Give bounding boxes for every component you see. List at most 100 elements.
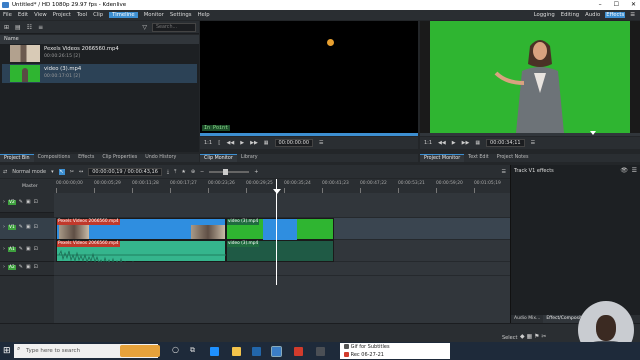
track-v2[interactable]: [54, 193, 510, 218]
lock-icon[interactable]: ⊡: [34, 224, 38, 230]
select-label[interactable]: Select: [502, 335, 517, 341]
layout-audio[interactable]: Audio: [584, 12, 601, 18]
track-id-badge[interactable]: A2: [8, 264, 16, 270]
tab-project-notes[interactable]: Project Notes: [493, 154, 533, 162]
timeline-clip[interactable]: Pexels Videos 2066560.mp4: [56, 218, 226, 240]
overwrite-icon[interactable]: ⤒: [174, 169, 176, 175]
tab-text-edit[interactable]: Text Edit: [464, 154, 493, 162]
tab-project-bin[interactable]: Project Bin: [0, 154, 34, 162]
insert-icon[interactable]: ⤓: [167, 169, 169, 175]
kdenlive-taskbar-icon[interactable]: [271, 346, 282, 357]
track-id-badge[interactable]: V1: [8, 224, 16, 230]
timeline-clip[interactable]: video (3).mp4: [226, 240, 334, 262]
timeline-clip[interactable]: Pexels Videos 2066560.mp4: [56, 240, 227, 263]
tab-undo-history[interactable]: Undo History: [141, 154, 180, 162]
add-folder-icon[interactable]: ▤: [15, 24, 21, 31]
layout-logging[interactable]: Logging: [533, 12, 556, 18]
project-monitor-screen[interactable]: [420, 21, 640, 133]
track-edit-icon[interactable]: ✎: [19, 224, 23, 230]
play-icon[interactable]: ▶: [452, 140, 456, 146]
position-marker-icon[interactable]: [590, 131, 596, 135]
spacer-tool-icon[interactable]: ↔: [79, 169, 83, 175]
minimize-button[interactable]: –: [599, 0, 602, 10]
snap-icon[interactable]: ⊕: [191, 169, 195, 175]
tab-audio-mixer[interactable]: Audio Mix...: [511, 315, 543, 323]
task-view-icon-2[interactable]: ⧉: [190, 346, 195, 355]
play-icon[interactable]: ▶: [240, 140, 244, 146]
layout-editing[interactable]: Editing: [560, 12, 580, 18]
menu-timeline[interactable]: Timeline: [109, 12, 138, 18]
close-button[interactable]: ✕: [631, 0, 636, 10]
collapse-track-icon[interactable]: ›: [3, 264, 5, 270]
grid-icon[interactable]: ▦: [475, 140, 480, 146]
menu-help[interactable]: Help: [198, 12, 210, 18]
lock-icon[interactable]: ⊡: [34, 246, 38, 252]
grid-icon[interactable]: ▦: [264, 140, 269, 146]
mode-dropdown-icon[interactable]: ▾: [51, 169, 54, 175]
project-monitor-timecode[interactable]: 00:00:34;11: [486, 139, 525, 147]
track-visibility-icon[interactable]: ▣: [26, 199, 31, 205]
zoom-select[interactable]: 1:1: [424, 140, 432, 146]
timeline-ruler[interactable]: 00:00:00;00 00:00:05;29 00:00:11;28 00:00:1…: [54, 179, 510, 193]
zoom-out-icon[interactable]: −: [200, 169, 204, 175]
favorite-icon[interactable]: ★: [181, 169, 185, 175]
select-tool-icon[interactable]: ↖: [58, 168, 65, 175]
list-item[interactable]: video (3).mp4 00:00:17:01 [2]: [2, 64, 197, 83]
track-edit-icon[interactable]: ✎: [19, 199, 23, 205]
menu-monitor[interactable]: Monitor: [144, 12, 164, 18]
razor-tool-icon[interactable]: ✂: [70, 169, 74, 175]
windows-start-icon[interactable]: ⊞: [3, 346, 11, 356]
menu-edit[interactable]: Edit: [18, 12, 28, 18]
menu-settings[interactable]: Settings: [170, 12, 192, 18]
track-visibility-icon[interactable]: ▣: [26, 224, 31, 230]
in-out-icon[interactable]: ⟦: [218, 140, 220, 146]
edge-icon[interactable]: [210, 347, 219, 356]
maximize-button[interactable]: ☐: [614, 0, 619, 10]
zoom-in-icon[interactable]: +: [254, 169, 258, 175]
effect-visibility-icon[interactable]: 👁: [620, 167, 628, 174]
bin-menu-icon[interactable]: ≡: [38, 24, 43, 31]
app-icon[interactable]: [316, 347, 325, 356]
track-visibility-icon[interactable]: ▣: [26, 246, 31, 252]
timeline-empty-area[interactable]: [54, 276, 510, 323]
track-id-badge[interactable]: V2: [8, 199, 16, 205]
effect-menu-icon[interactable]: ☰: [632, 167, 637, 174]
popup-item-gif[interactable]: Gif for Subtitles: [344, 344, 390, 350]
playhead-marker-icon[interactable]: [273, 189, 281, 194]
track-visibility-icon[interactable]: ▣: [26, 264, 31, 270]
menu-project[interactable]: Project: [53, 12, 71, 18]
monitor-menu-icon[interactable]: ☰: [319, 140, 323, 146]
timeline-menu-icon[interactable]: ☰: [502, 169, 506, 175]
tab-library[interactable]: Library: [237, 154, 262, 162]
view-mode-icon[interactable]: ☷: [27, 24, 32, 31]
menu-file[interactable]: File: [3, 12, 12, 18]
zoom-slider-handle[interactable]: [223, 168, 229, 175]
layout-effects[interactable]: Effects: [605, 12, 626, 18]
tab-compositions[interactable]: Compositions: [34, 154, 74, 162]
menu-view[interactable]: View: [34, 12, 47, 18]
tab-project-monitor[interactable]: Project Monitor: [420, 154, 465, 162]
playhead[interactable]: [276, 179, 277, 285]
store-icon[interactable]: [252, 347, 261, 356]
track-edit-icon[interactable]: ✎: [19, 246, 23, 252]
filter-icon[interactable]: ▽: [142, 24, 147, 31]
tab-effects[interactable]: Effects: [74, 154, 98, 162]
menu-tool[interactable]: Tool: [77, 12, 87, 18]
collapse-track-icon[interactable]: ›: [3, 224, 5, 230]
file-explorer-icon[interactable]: [232, 347, 241, 356]
clip-monitor-screen[interactable]: In Point: [200, 21, 418, 133]
lock-icon[interactable]: ⊡: [34, 264, 38, 270]
track-v1[interactable]: Pexels Videos 2066560.mp4 video (3).mp4: [54, 218, 510, 241]
menu-clip[interactable]: Clip: [93, 12, 103, 18]
task-view-icon[interactable]: ○: [172, 345, 179, 354]
track-a2[interactable]: [54, 262, 510, 276]
list-item[interactable]: Pexels Videos 2066560.mp4 00:00:26:15 [2…: [2, 44, 197, 63]
news-widget[interactable]: [120, 345, 160, 357]
popup-item-rec[interactable]: Rec 06-27-21: [344, 352, 384, 358]
forward-icon[interactable]: ▶▶: [250, 140, 258, 146]
clip-monitor-timeline[interactable]: [200, 133, 418, 136]
recorder-icon[interactable]: [294, 347, 303, 356]
track-a1[interactable]: Pexels Videos 2066560.mp4 video (3).mp4: [54, 240, 510, 263]
mode-select[interactable]: Normal mode: [12, 169, 46, 175]
rewind-icon[interactable]: ◀◀: [227, 140, 235, 146]
